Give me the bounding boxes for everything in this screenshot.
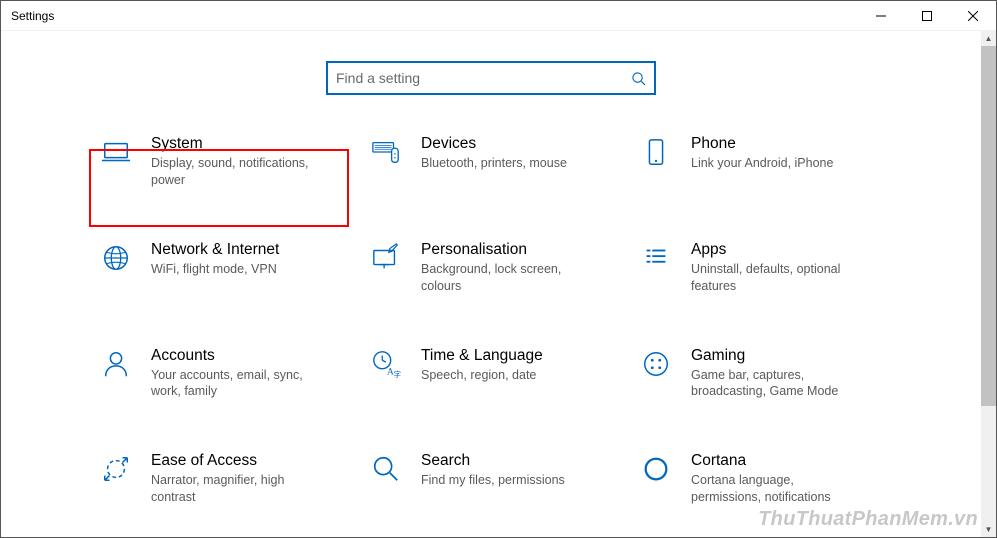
tile-title: Gaming (691, 347, 887, 365)
tile-description: Game bar, captures, broadcasting, Game M… (691, 367, 861, 401)
settings-tile-cortana[interactable]: Cortana Cortana language, permissions, no… (631, 446, 891, 512)
scrollbar-thumb[interactable] (981, 46, 996, 406)
close-icon (968, 11, 978, 21)
tile-title: Ease of Access (151, 452, 347, 470)
settings-tile-search[interactable]: Search Find my files, permissions (361, 446, 621, 512)
timelang-icon (369, 347, 403, 379)
tile-description: Find my files, permissions (421, 472, 591, 489)
maximize-button[interactable] (904, 1, 950, 31)
close-button[interactable] (950, 1, 996, 31)
tile-title: Cortana (691, 452, 887, 470)
content-area: System Display, sound, notifications, pow… (1, 31, 981, 537)
person-icon (99, 347, 133, 379)
tile-title: Devices (421, 135, 617, 153)
settings-tile-network-internet[interactable]: Network & Internet WiFi, flight mode, VPN (91, 235, 351, 301)
gaming-icon (639, 347, 673, 379)
tile-description: Your accounts, email, sync, work, family (151, 367, 321, 401)
tile-title: Accounts (151, 347, 347, 365)
settings-tile-personalisation[interactable]: Personalisation Background, lock screen, … (361, 235, 621, 301)
settings-tile-time-language[interactable]: Time & Language Speech, region, date (361, 341, 621, 407)
tile-description: Speech, region, date (421, 367, 591, 384)
scroll-up-icon[interactable]: ▲ (981, 31, 996, 46)
tile-description: WiFi, flight mode, VPN (151, 261, 321, 278)
tile-title: Time & Language (421, 347, 617, 365)
window-title: Settings (11, 9, 54, 23)
brush-icon (369, 241, 403, 273)
maximize-icon (922, 11, 932, 21)
laptop-icon (99, 135, 133, 167)
tile-title: Apps (691, 241, 887, 259)
phone-icon (639, 135, 673, 167)
settings-tile-phone[interactable]: Phone Link your Android, iPhone (631, 129, 891, 195)
tile-title: Search (421, 452, 617, 470)
scroll-down-icon[interactable]: ▼ (981, 522, 996, 537)
tile-description: Display, sound, notifications, power (151, 155, 321, 189)
tile-description: Cortana language, permissions, notificat… (691, 472, 861, 506)
settings-tile-system[interactable]: System Display, sound, notifications, pow… (91, 129, 351, 195)
minimize-button[interactable] (858, 1, 904, 31)
apps-icon (639, 241, 673, 273)
tile-description: Narrator, magnifier, high contrast (151, 472, 321, 506)
settings-tile-ease-of-access[interactable]: Ease of Access Narrator, magnifier, high … (91, 446, 351, 512)
ease-icon (99, 452, 133, 484)
settings-tile-devices[interactable]: Devices Bluetooth, printers, mouse (361, 129, 621, 195)
tile-description: Link your Android, iPhone (691, 155, 861, 172)
tile-description: Background, lock screen, colours (421, 261, 591, 295)
tile-title: Personalisation (421, 241, 617, 259)
tile-title: Network & Internet (151, 241, 347, 259)
tile-description: Bluetooth, printers, mouse (421, 155, 591, 172)
settings-grid: System Display, sound, notifications, pow… (1, 129, 981, 512)
tile-title: Phone (691, 135, 887, 153)
devices-icon (369, 135, 403, 167)
tile-description: Uninstall, defaults, optional features (691, 261, 861, 295)
search-wrap (1, 31, 981, 129)
settings-tile-apps[interactable]: Apps Uninstall, defaults, optional featur… (631, 235, 891, 301)
search-icon (369, 452, 403, 484)
search-input[interactable] (336, 70, 625, 86)
settings-tile-gaming[interactable]: Gaming Game bar, captures, broadcasting, … (631, 341, 891, 407)
settings-tile-accounts[interactable]: Accounts Your accounts, email, sync, work… (91, 341, 351, 407)
titlebar: Settings (1, 1, 996, 31)
search-box[interactable] (326, 61, 656, 95)
minimize-icon (876, 11, 886, 21)
cortana-icon (639, 452, 673, 484)
globe-icon (99, 241, 133, 273)
tile-title: System (151, 135, 347, 153)
search-icon (631, 71, 646, 86)
vertical-scrollbar[interactable]: ▲ ▼ (981, 31, 996, 537)
